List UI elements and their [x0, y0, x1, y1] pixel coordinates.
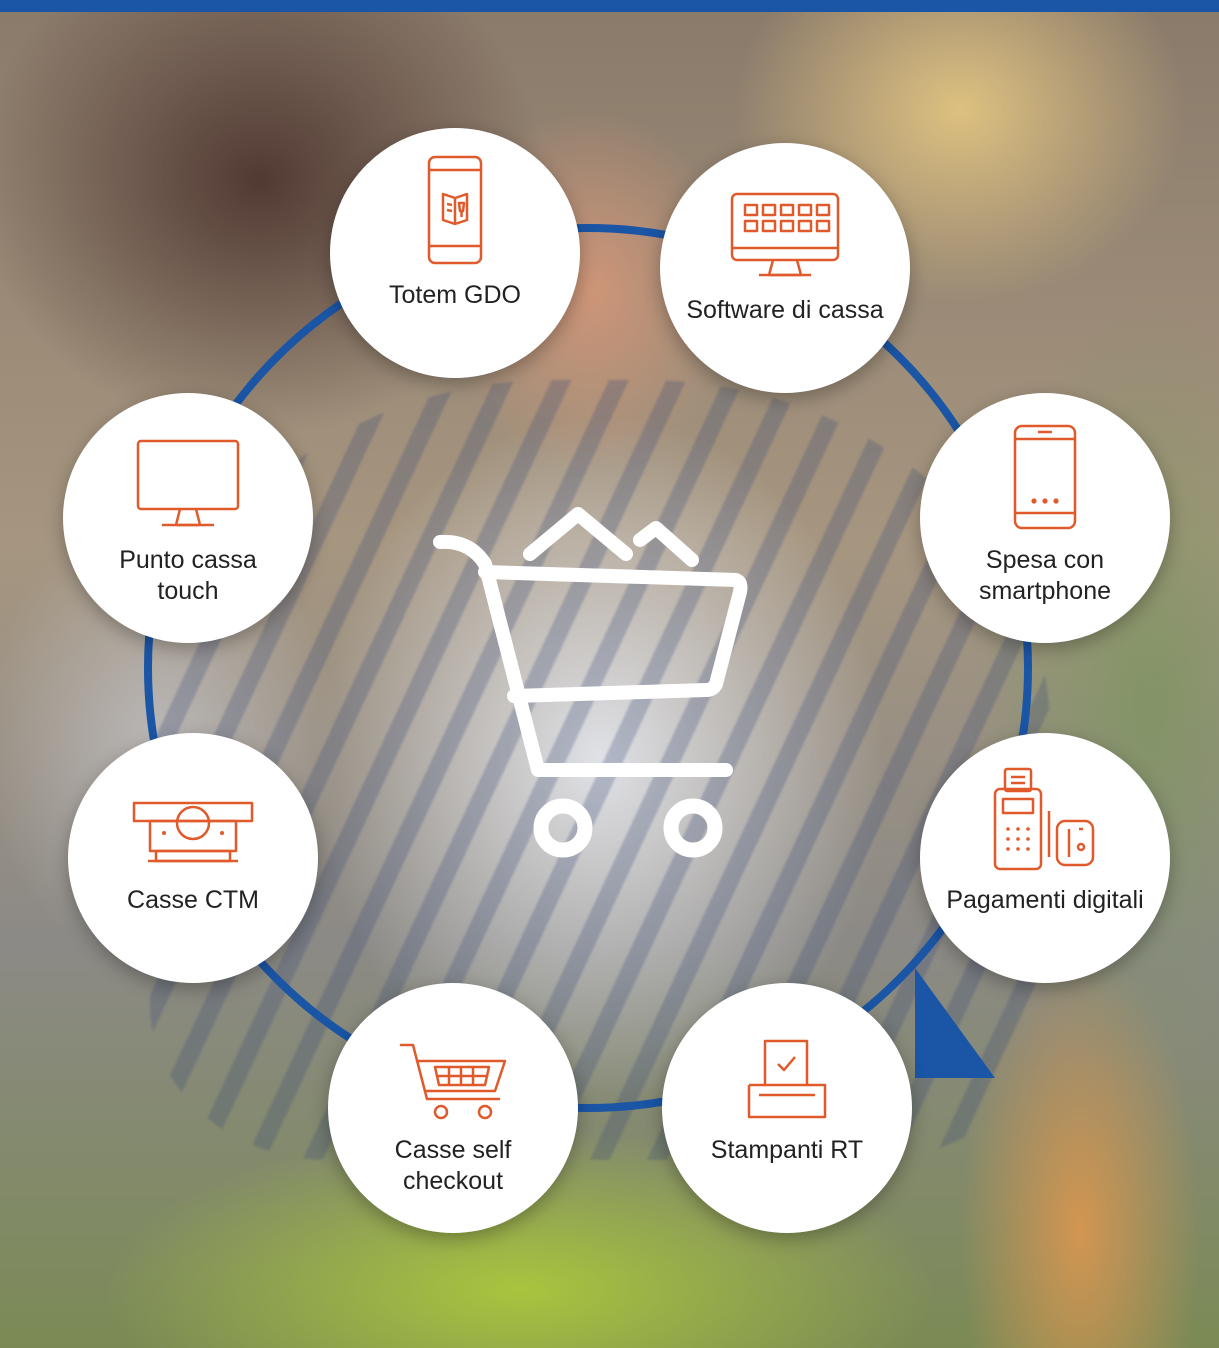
node-software-di-cassa: Software di cassa — [660, 143, 910, 393]
node-label: Casse CTM — [127, 886, 259, 914]
node-casse-ctm: Casse CTM — [68, 733, 318, 983]
node-label: Stampanti RT — [710, 1136, 864, 1164]
node-label: Pagamenti digitali — [946, 886, 1144, 914]
node-totem-gdo: Totem GDO — [330, 128, 580, 378]
node-label: Punto cassa touch — [119, 546, 257, 605]
receipt-printer-icon — [747, 1039, 827, 1119]
monitor-software-icon — [730, 192, 840, 277]
node-stampanti-rt: Stampanti RT — [662, 983, 912, 1233]
payment-terminal-icon — [993, 767, 1095, 871]
node-label: Software di cassa — [686, 296, 884, 324]
node-spesa-con-smartphone: Spesa con smartphone — [920, 393, 1170, 643]
node-punto-cassa-touch: Punto cassa touch — [63, 393, 313, 643]
node-pagamenti-digitali: Pagamenti digitali — [920, 733, 1170, 983]
node-label: Totem GDO — [389, 281, 521, 309]
kiosk-totem-icon — [427, 155, 483, 265]
smartphone-icon — [1013, 424, 1077, 530]
shopping-cart-icon — [433, 507, 748, 858]
node-label: Casse self checkout — [394, 1136, 512, 1195]
cash-machine-icon — [132, 801, 254, 863]
diagram-stage: Totem GDO Software di cassa Spesa con sm… — [0, 0, 1219, 1348]
cycle-arrowhead — [915, 968, 995, 1078]
touch-monitor-icon — [136, 439, 240, 527]
cart-icon — [399, 1043, 507, 1120]
node-label: Spesa con smartphone — [978, 546, 1112, 605]
node-casse-self-checkout: Casse self checkout — [328, 983, 578, 1233]
